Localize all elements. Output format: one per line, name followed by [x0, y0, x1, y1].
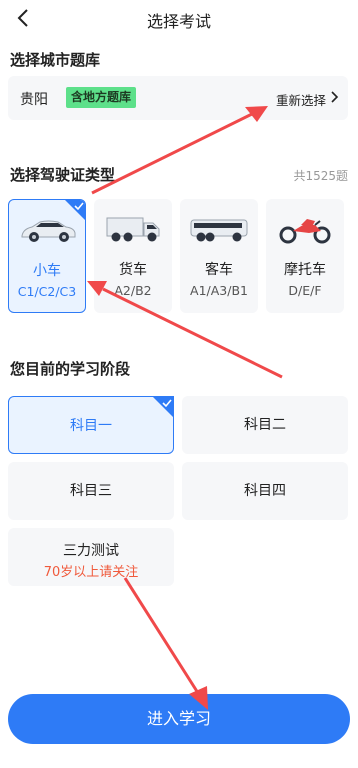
license-type-car[interactable]: 小车 C1/C2/C3 — [8, 199, 86, 313]
license-type-codes: A2/B2 — [114, 283, 152, 298]
stage-subject-three[interactable]: 科目三 — [8, 462, 174, 520]
chevron-right-icon — [331, 91, 339, 103]
stage-subject-one[interactable]: 科目一 — [8, 396, 174, 454]
city-section-title: 选择城市题库 — [10, 51, 101, 69]
top-bar: 选择考试 — [0, 0, 358, 36]
license-type-truck[interactable]: 货车 A2/B2 — [94, 199, 172, 313]
license-section-title: 选择驾驶证类型 — [10, 166, 116, 184]
stage-label: 科目二 — [244, 417, 286, 433]
stage-label: 科目一 — [70, 418, 112, 434]
page-title: 选择考试 — [146, 12, 211, 31]
stage-subject-four[interactable]: 科目四 — [182, 462, 348, 520]
stage-cognitive-test[interactable]: 三力测试 70岁以上请关注 — [8, 528, 174, 586]
license-type-name: 小车 — [33, 263, 61, 279]
stage-label: 科目三 — [70, 483, 112, 499]
license-type-name: 摩托车 — [284, 262, 326, 278]
truck-icon — [106, 217, 160, 242]
enter-study-button[interactable]: 进入学习 — [8, 694, 350, 744]
annotation-arrow-enter — [123, 577, 208, 710]
age-notice: 70岁以上请关注 — [43, 565, 139, 580]
stage-label: 科目四 — [244, 483, 286, 499]
bus-icon — [190, 219, 248, 242]
question-count: 共1525题 — [293, 169, 348, 183]
license-type-codes: A1/A3/B1 — [190, 283, 248, 298]
motorcycle-icon — [279, 219, 331, 244]
stage-subject-two[interactable]: 科目二 — [182, 396, 348, 454]
license-type-name: 货车 — [119, 262, 147, 278]
stage-section-title: 您目前的学习阶段 — [10, 360, 131, 378]
stage-label: 三力测试 — [63, 543, 119, 559]
reselect-city-link[interactable]: 重新选择 — [276, 90, 326, 109]
license-type-bus[interactable]: 客车 A1/A3/B1 — [180, 199, 258, 313]
local-question-bank-badge: 含地方题库 — [66, 87, 137, 108]
license-type-list: 小车 C1/C2/C3 货车 A2/B2 客车 A1/A3/B1 摩托车 D/E… — [8, 199, 358, 315]
city-selector[interactable]: 贵阳 含地方题库 重新选择 — [8, 76, 348, 120]
selected-check-icon — [65, 200, 85, 220]
city-name: 贵阳 — [20, 92, 48, 108]
selected-check-icon — [152, 396, 174, 418]
license-type-motorcycle[interactable]: 摩托车 D/E/F — [266, 199, 344, 313]
license-type-name: 客车 — [205, 262, 233, 278]
license-type-codes: D/E/F — [288, 283, 322, 298]
license-type-codes: C1/C2/C3 — [17, 284, 77, 299]
